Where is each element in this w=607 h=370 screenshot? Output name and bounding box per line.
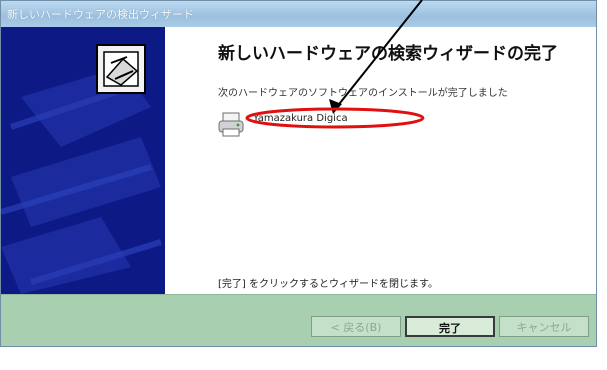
install-complete-message: 次のハードウェアのソフトウェアのインストールが完了しました (218, 88, 508, 99)
wizard-content: 新しいハードウェアの検索ウィザードの完了 次のハードウェアのソフトウェアのインス… (165, 27, 596, 294)
page-title: 新しいハードウェアの検索ウィザードの完了 (218, 44, 558, 64)
finish-button[interactable]: 完了 (405, 316, 495, 337)
title-bar[interactable]: 新しいハードウェアの検出ウィザード (1, 1, 596, 27)
button-bar: < 戻る(B) 完了 キャンセル (1, 294, 596, 346)
printer-icon (218, 112, 244, 137)
back-button[interactable]: < 戻る(B) (311, 316, 401, 337)
finish-instruction: [完了] をクリックするとウィザードを閉じます。 (218, 279, 438, 290)
device-name: Yamazakura Digica (253, 113, 348, 124)
sidebar-graphic (1, 44, 162, 294)
window-title: 新しいハードウェアの検出ウィザード (7, 8, 194, 21)
wizard-window: 新しいハードウェアの検出ウィザード 新しいハードウェアの検索ウィザードの完了 次… (0, 0, 597, 347)
wizard-sidebar (1, 27, 165, 294)
installer-box-icon (96, 44, 146, 94)
cancel-button[interactable]: キャンセル (499, 316, 589, 337)
